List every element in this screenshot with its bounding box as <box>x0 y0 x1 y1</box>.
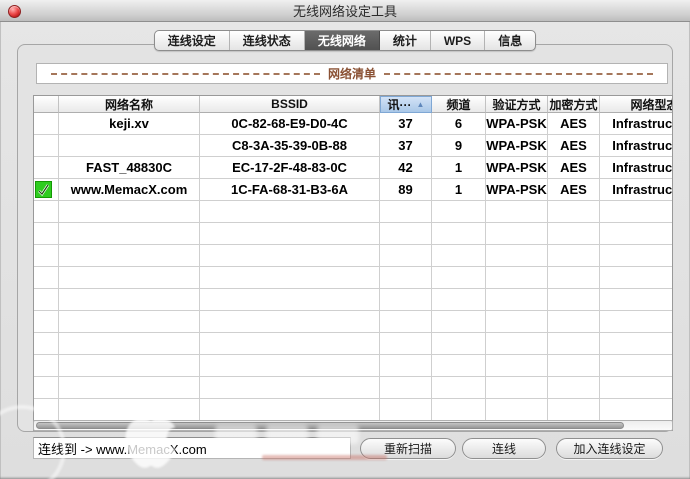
column-header-bssid[interactable]: BSSID <box>200 96 380 113</box>
horizontal-scrollbar[interactable] <box>33 420 673 431</box>
cell-encryption: AES <box>548 157 600 179</box>
table-row[interactable]: FAST_48830C EC-17-2F-48-83-0C 42 1 WPA-P… <box>34 157 672 179</box>
table-header-row: 网络名称 BSSID 讯··· ▲ 频道 验证方式 加密方式 网络型态 <box>34 96 672 113</box>
cell-channel: 6 <box>432 113 486 135</box>
rescan-button[interactable]: 重新扫描 <box>360 438 456 459</box>
connection-status-field[interactable] <box>33 437 351 459</box>
cell-status-icon <box>34 135 59 157</box>
dashed-divider-right <box>384 72 654 75</box>
cell-bssid: EC-17-2F-48-83-0C <box>200 157 380 179</box>
table-row[interactable]: C8-3A-35-39-0B-88 37 9 WPA-PSK AES Infra… <box>34 135 672 157</box>
empty-table-row <box>34 223 672 245</box>
title-bar: 无线网络设定工具 <box>0 0 690 22</box>
tab-link-status[interactable]: 连线状态 <box>230 31 305 50</box>
cell-bssid: C8-3A-35-39-0B-88 <box>200 135 380 157</box>
tab-segmented-control: 连线设定 连线状态 无线网络 统计 WPS 信息 <box>153 30 537 51</box>
column-header-encryption[interactable]: 加密方式 <box>548 96 600 113</box>
empty-table-row <box>34 333 672 355</box>
network-list-section-header: 网络清单 <box>36 63 668 84</box>
cell-bssid: 0C-82-68-E9-D0-4C <box>200 113 380 135</box>
empty-table-row <box>34 245 672 267</box>
tab-connection-settings[interactable]: 连线设定 <box>155 31 230 50</box>
dashed-divider-left <box>51 72 320 75</box>
cell-channel: 1 <box>432 157 486 179</box>
empty-table-row <box>34 267 672 289</box>
section-title: 网络清单 <box>328 67 377 81</box>
cell-network-name: keji.xv <box>59 113 200 135</box>
cell-network-name <box>59 135 200 157</box>
tab-statistics[interactable]: 统计 <box>380 31 431 50</box>
network-table: 网络名称 BSSID 讯··· ▲ 频道 验证方式 加密方式 网络型态 keji… <box>33 95 673 431</box>
tab-bar: 连线设定 连线状态 无线网络 统计 WPS 信息 <box>0 30 690 51</box>
cell-signal: 37 <box>380 135 432 157</box>
empty-table-row <box>34 355 672 377</box>
table-row[interactable]: keji.xv 0C-82-68-E9-D0-4C 37 6 WPA-PSK A… <box>34 113 672 135</box>
cell-signal: 89 <box>380 179 432 201</box>
cell-network-name: FAST_48830C <box>59 157 200 179</box>
cell-encryption: AES <box>548 179 600 201</box>
connect-button[interactable]: 连线 <box>462 438 546 459</box>
cell-auth: WPA-PSK <box>486 179 548 201</box>
column-header-channel[interactable]: 频道 <box>432 96 486 113</box>
cell-network-type: Infrastructure <box>600 157 672 179</box>
cell-auth: WPA-PSK <box>486 113 548 135</box>
column-header-network-name[interactable]: 网络名称 <box>59 96 200 113</box>
empty-table-row <box>34 399 672 421</box>
cell-channel: 9 <box>432 135 486 157</box>
empty-table-row <box>34 201 672 223</box>
cell-status-icon <box>34 113 59 135</box>
horizontal-scrollbar-thumb[interactable] <box>36 422 624 429</box>
cell-status-icon <box>34 157 59 179</box>
column-header-signal[interactable]: 讯··· ▲ <box>380 96 432 113</box>
cell-auth: WPA-PSK <box>486 157 548 179</box>
cell-network-type: Infrastructure <box>600 113 672 135</box>
empty-table-row <box>34 311 672 333</box>
empty-table-row <box>34 377 672 399</box>
window-title: 无线网络设定工具 <box>292 4 397 19</box>
empty-table-row <box>34 289 672 311</box>
cell-network-type: Infrastructure <box>600 179 672 201</box>
column-header-signal-label: 讯··· <box>387 98 412 112</box>
close-button[interactable] <box>8 5 21 18</box>
tab-wireless-network[interactable]: 无线网络 <box>304 31 380 50</box>
cell-signal: 42 <box>380 157 432 179</box>
column-header-network-type[interactable]: 网络型态 <box>600 96 672 113</box>
add-profile-button[interactable]: 加入连线设定 <box>556 438 663 459</box>
cell-network-name: www.MemacX.com <box>59 179 200 201</box>
tab-about[interactable]: 信息 <box>485 31 535 50</box>
cell-network-type: Infrastructure <box>600 135 672 157</box>
sort-ascending-icon: ▲ <box>416 100 425 109</box>
cell-bssid: 1C-FA-68-31-B3-6A <box>200 179 380 201</box>
table-row-connected[interactable]: www.MemacX.com 1C-FA-68-31-B3-6A 89 1 WP… <box>34 179 672 201</box>
app-window: 无线网络设定工具 连线设定 连线状态 无线网络 统计 WPS 信息 网络清单 网… <box>0 0 690 479</box>
connected-check-icon <box>35 181 52 198</box>
cell-auth: WPA-PSK <box>486 135 548 157</box>
cell-channel: 1 <box>432 179 486 201</box>
column-header-auth[interactable]: 验证方式 <box>486 96 548 113</box>
column-header-status-icon[interactable] <box>34 96 59 113</box>
cell-status-icon <box>34 179 59 201</box>
tab-wps[interactable]: WPS <box>431 31 486 50</box>
cell-encryption: AES <box>548 113 600 135</box>
cell-encryption: AES <box>548 135 600 157</box>
cell-signal: 37 <box>380 113 432 135</box>
